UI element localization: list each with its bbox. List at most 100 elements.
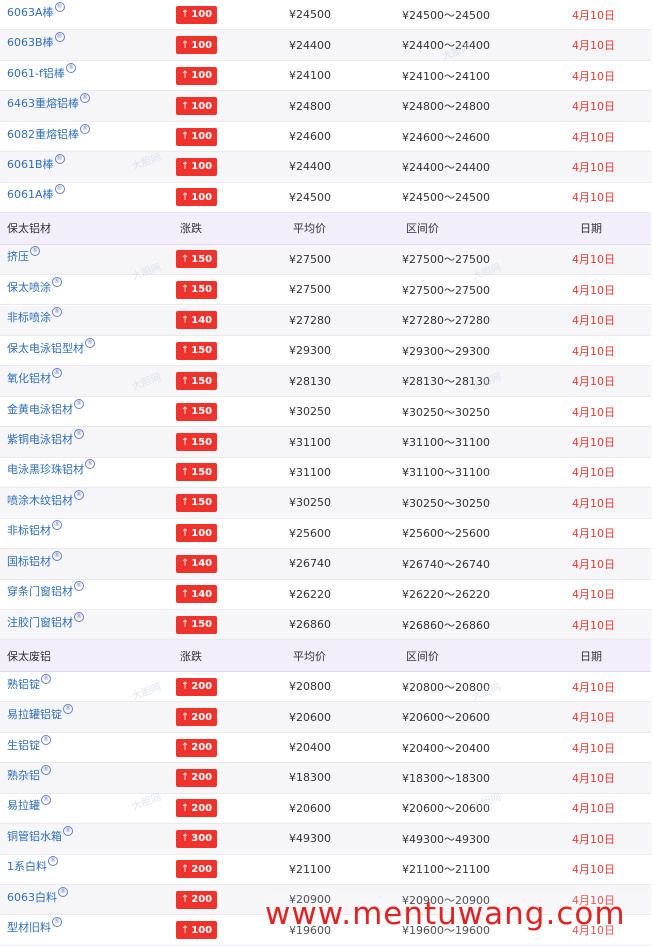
product-link[interactable]: 6061B棒 ® — [7, 153, 65, 172]
up-arrow-icon: ↑ — [180, 681, 190, 693]
link-badge-icon: ® — [30, 246, 40, 257]
product-link[interactable]: 6063A棒 ® — [7, 1, 65, 20]
product-name-cell: 6063B棒 ® — [7, 30, 65, 59]
up-arrow-icon: ↑ — [180, 863, 190, 875]
product-name: 紫铜电泳铝材 — [7, 433, 73, 447]
change-cell: ↑ 100 — [176, 122, 217, 151]
date-value: 4月10日 — [572, 588, 615, 602]
change-cell: ↑ 150 — [176, 458, 217, 487]
date-value: 4月10日 — [572, 405, 615, 419]
range-price: ¥26860～26860 — [402, 618, 490, 632]
change-value: 200 — [191, 711, 213, 723]
section-title: 保太铝材 — [7, 213, 51, 243]
up-arrow-icon: ↑ — [180, 924, 190, 936]
avg-price-cell: ¥31100 — [289, 458, 331, 487]
product-name-cell: 6061B棒 ® — [7, 152, 65, 181]
product-link[interactable]: 熟杂铝 ® — [7, 764, 51, 783]
product-link[interactable]: 6061A棒 ® — [7, 184, 65, 202]
product-name: 国标铝材 — [7, 554, 51, 568]
section-header: 保太废铝 涨跌 平均价 区间价 日期 — [0, 640, 651, 672]
change-cell: ↑ 200 — [176, 763, 217, 792]
change-value: 100 — [191, 9, 213, 21]
up-arrow-icon: ↑ — [180, 619, 190, 631]
range-price: ¥28130～28130 — [402, 375, 490, 389]
product-link[interactable]: 1系白料 ® — [7, 856, 58, 874]
avg-price: ¥49300 — [289, 832, 331, 846]
product-link[interactable]: 注胶门窗铝材 ® — [7, 611, 84, 630]
change-value: 150 — [191, 619, 213, 631]
product-link[interactable]: 国标铝材 ® — [7, 550, 62, 569]
column-header-range-label: 区间价 — [406, 649, 439, 663]
product-link[interactable]: 6463重熔铝棒 ® — [7, 93, 90, 111]
range-price-cell: ¥24600～24600 — [402, 122, 490, 151]
date-cell: 4月10日 — [572, 824, 615, 853]
product-link[interactable]: 金黄电泳铝材 ® — [7, 398, 84, 417]
change-badge: ↑ 100 — [176, 36, 217, 55]
product-link[interactable]: 易拉罐铝锭 ® — [7, 704, 73, 722]
product-link[interactable]: 喷涂木纹铝材 ® — [7, 489, 84, 508]
range-price: ¥30250～30250 — [402, 496, 490, 510]
product-link[interactable]: 非标铝材 ® — [7, 520, 62, 538]
column-header-date-label: 日期 — [580, 649, 602, 663]
avg-price-cell: ¥29300 — [289, 336, 331, 365]
product-link[interactable]: 易拉罐 ® — [7, 795, 51, 813]
range-price: ¥24800～24800 — [402, 100, 490, 114]
avg-price: ¥30250 — [289, 405, 331, 419]
range-price: ¥20800～20800 — [402, 680, 490, 694]
change-cell: ↑ 150 — [176, 610, 217, 639]
change-cell: ↑ 100 — [176, 91, 217, 120]
product-link[interactable]: 铜管铝水箱 ® — [7, 825, 73, 844]
up-arrow-icon: ↑ — [180, 345, 190, 357]
avg-price-cell: ¥26220 — [289, 580, 331, 609]
change-badge: ↑ 100 — [176, 188, 217, 207]
product-link[interactable]: 紫铜电泳铝材 ® — [7, 429, 84, 447]
product-name-cell: 熟铝锭 ® — [7, 672, 51, 701]
product-link[interactable]: 型材旧料 ® — [7, 917, 62, 935]
range-price: ¥26220～26220 — [402, 588, 490, 602]
date-value: 4月10日 — [572, 557, 615, 571]
change-badge: ↑ 200 — [176, 768, 217, 787]
date-cell: 4月10日 — [572, 336, 615, 365]
change-cell: ↑ 150 — [176, 245, 217, 274]
product-link[interactable]: 保太喷涂 ® — [7, 276, 62, 295]
date-cell: 4月10日 — [572, 458, 615, 487]
table-row: 易拉罐 ® ↑ 200 ¥20600 ¥20600～20600 4月10日 — [0, 794, 651, 825]
date-cell: 4月10日 — [572, 702, 615, 731]
product-link[interactable]: 保太电泳铝型材 ® — [7, 337, 95, 356]
column-header-avg-label: 平均价 — [293, 649, 326, 663]
avg-price-cell: ¥24400 — [289, 30, 331, 59]
date-cell: 4月10日 — [572, 672, 615, 701]
product-name: 6063白料 — [7, 890, 57, 904]
table-row: 国标铝材 ® ↑ 140 ¥26740 ¥26740～26740 4月10日 — [0, 549, 651, 580]
product-name: 型材旧料 — [7, 921, 51, 935]
up-arrow-icon: ↑ — [180, 39, 190, 51]
date-value: 4月10日 — [572, 314, 615, 328]
product-link[interactable]: 电泳黑珍珠铝材 ® — [7, 459, 95, 477]
product-link[interactable]: 挤压 ® — [7, 246, 40, 264]
table-row: 6063B棒 ® ↑ 100 ¥24400 ¥24400～24400 4月10日 — [0, 30, 651, 61]
avg-price: ¥26740 — [289, 557, 331, 571]
product-link[interactable]: 氧化铝材 ® — [7, 368, 62, 386]
product-name: 喷涂木纹铝材 — [7, 493, 73, 507]
product-link[interactable]: 6061-f铝棒 ® — [7, 62, 76, 81]
section-title-label: 保太废铝 — [7, 649, 51, 663]
product-link[interactable]: 生铝锭 ® — [7, 734, 51, 753]
avg-price-cell: ¥26860 — [289, 610, 331, 639]
product-link[interactable]: 6063B棒 ® — [7, 32, 65, 50]
range-price: ¥49300～49300 — [402, 832, 490, 846]
product-link[interactable]: 6082重熔铝棒 ® — [7, 123, 90, 142]
table-row: 1系白料 ® ↑ 200 ¥21100 ¥21100～21100 4月10日 — [0, 855, 651, 886]
link-badge-icon: ® — [54, 32, 65, 43]
product-name-cell: 非标铝材 ® — [7, 519, 62, 548]
product-link[interactable]: 非标喷涂 ® — [7, 307, 62, 325]
date-value: 4月10日 — [572, 283, 615, 297]
change-value: 200 — [191, 772, 213, 784]
product-name: 6061B棒 — [7, 157, 54, 171]
change-value: 100 — [191, 161, 213, 173]
product-name-cell: 保太喷涂 ® — [7, 275, 62, 304]
product-link[interactable]: 熟铝锭 ® — [7, 673, 51, 692]
up-arrow-icon: ↑ — [180, 588, 190, 600]
product-name-cell: 熟杂铝 ® — [7, 763, 51, 792]
product-link[interactable]: 穿条门窗铝材 ® — [7, 581, 84, 599]
product-link[interactable]: 6063白料 ® — [7, 886, 68, 905]
